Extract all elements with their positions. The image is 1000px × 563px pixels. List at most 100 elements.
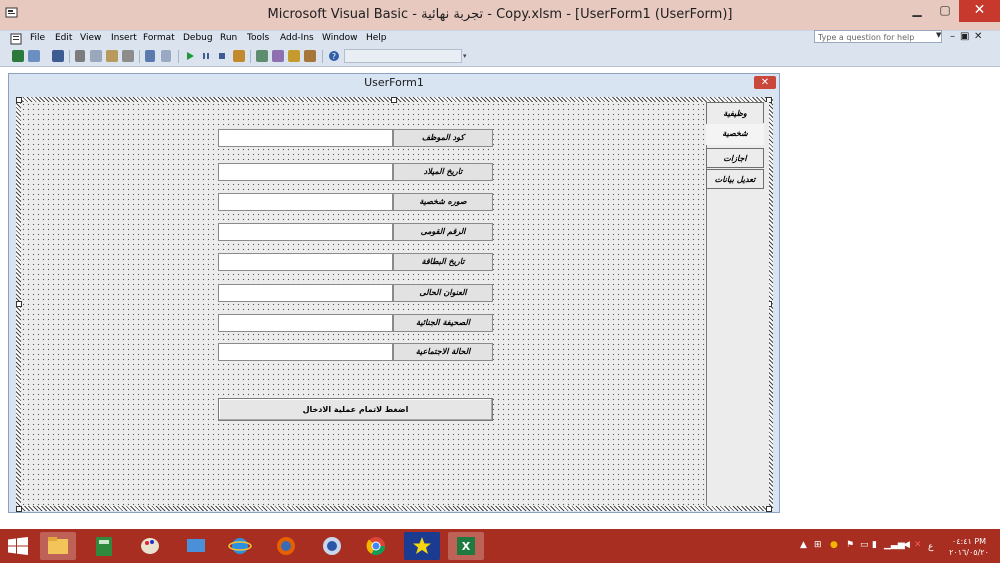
- birth-date-label: تاريخ الميلاد: [393, 163, 493, 181]
- menu-add-ins[interactable]: Add-Ins: [280, 33, 314, 43]
- help-icon[interactable]: ?: [328, 50, 340, 62]
- chrome-icon[interactable]: [358, 532, 394, 560]
- media-player-icon[interactable]: [404, 532, 440, 560]
- clock-time: ٠٤:٤١ PM: [951, 537, 987, 546]
- remote-desktop-icon[interactable]: [178, 532, 214, 560]
- vba-doc-icon[interactable]: [10, 33, 22, 45]
- calculator-icon[interactable]: [86, 532, 122, 560]
- photo-textbox[interactable]: [218, 193, 393, 211]
- object-browser-icon[interactable]: [288, 50, 300, 62]
- paint-icon[interactable]: [132, 532, 168, 560]
- criminal-record-textbox[interactable]: [218, 314, 393, 332]
- toolbar-separator: [139, 50, 140, 63]
- criminal-record-label: الصحيفة الجنائية: [393, 314, 493, 332]
- properties-window-icon[interactable]: [272, 50, 284, 62]
- menu-insert[interactable]: Insert: [111, 33, 137, 43]
- copy-icon[interactable]: [90, 50, 102, 62]
- file-explorer-icon[interactable]: [40, 532, 76, 560]
- volume-icon[interactable]: ◀: [903, 540, 910, 550]
- reset-icon[interactable]: [216, 50, 228, 62]
- tab-leaves[interactable]: اجازات: [706, 148, 764, 168]
- current-address-label: العنوان الحالى: [393, 284, 493, 302]
- mdi-minimize-button[interactable]: –: [950, 31, 955, 42]
- designer-close-button[interactable]: ✕: [754, 76, 776, 89]
- resize-handle[interactable]: [16, 301, 22, 307]
- tab-personal[interactable]: شخصية: [706, 124, 764, 145]
- menu-format[interactable]: Format: [143, 33, 175, 43]
- undo-icon[interactable]: [145, 50, 155, 62]
- find-icon[interactable]: [122, 50, 134, 62]
- excel-icon[interactable]: X: [448, 532, 484, 560]
- national-id-textbox[interactable]: [218, 223, 393, 241]
- clock-date: ٢٠١٦/٠٥/٢٠: [949, 548, 989, 557]
- save-icon[interactable]: [52, 50, 64, 62]
- redo-icon[interactable]: [161, 50, 171, 62]
- display-icon[interactable]: ▭: [860, 540, 869, 550]
- current-address-textbox[interactable]: [218, 284, 393, 302]
- network-signal-icon[interactable]: ▁▃▅: [884, 540, 905, 550]
- svg-text:?: ?: [332, 52, 336, 61]
- action-center-flag-icon[interactable]: ⚑: [846, 540, 854, 550]
- firefox-icon[interactable]: [268, 532, 304, 560]
- maximize-button[interactable]: ▢: [932, 0, 958, 22]
- photo-label: صوره شخصية: [393, 193, 493, 211]
- view-excel-icon[interactable]: [12, 50, 24, 62]
- marital-status-label: الحالة الاجتماعية: [393, 343, 493, 361]
- national-id-label: الرقم القومى: [393, 223, 493, 241]
- marital-status-textbox[interactable]: [218, 343, 393, 361]
- employee-code-textbox[interactable]: [218, 129, 393, 147]
- svg-text:X: X: [462, 540, 471, 553]
- battery-icon[interactable]: ▮: [872, 540, 877, 550]
- break-icon[interactable]: [200, 50, 212, 62]
- card-date-textbox[interactable]: [218, 253, 393, 271]
- minimize-button[interactable]: ▁: [903, 0, 931, 22]
- toolbar-separator: [322, 50, 323, 63]
- run-icon[interactable]: [184, 50, 196, 62]
- close-button[interactable]: ✕: [959, 0, 1000, 22]
- resize-handle[interactable]: [16, 97, 22, 103]
- title-bar: Microsoft Visual Basic - تجربة نهائية - …: [0, 0, 1000, 30]
- toolbar-options-icon[interactable]: ▾: [463, 52, 467, 60]
- toolbar-separator: [250, 50, 251, 63]
- tab-job[interactable]: وظيفية: [706, 102, 764, 123]
- toolbar-separator: [178, 50, 179, 63]
- windows-icon[interactable]: ⊞: [814, 540, 822, 550]
- volume-muted-icon: ✕: [914, 540, 922, 550]
- menu-debug[interactable]: Debug: [183, 33, 213, 43]
- resize-handle[interactable]: [766, 506, 772, 512]
- clock[interactable]: ٠٤:٤١ PM ٢٠١٦/٠٥/٢٠: [944, 536, 994, 558]
- menu-window[interactable]: Window: [322, 33, 358, 43]
- design-mode-icon[interactable]: [233, 50, 245, 62]
- designer-title: UserForm1: [364, 76, 424, 89]
- insert-userform-icon[interactable]: [28, 50, 40, 62]
- help-search-input[interactable]: Type a question for help: [814, 30, 942, 43]
- project-explorer-icon[interactable]: [256, 50, 268, 62]
- menu-file[interactable]: File: [30, 33, 45, 43]
- submit-entry-button[interactable]: اضغط لاتمام عملية الادخال: [218, 398, 493, 421]
- birth-date-textbox[interactable]: [218, 163, 393, 181]
- browser-globe-icon[interactable]: [314, 532, 350, 560]
- employee-code-label: كود الموظف: [393, 129, 493, 147]
- menu-view[interactable]: View: [80, 33, 101, 43]
- menu-edit[interactable]: Edit: [55, 33, 72, 43]
- window-title: Microsoft Visual Basic - تجربة نهائية - …: [267, 7, 733, 22]
- paste-icon[interactable]: [106, 50, 118, 62]
- language-indicator[interactable]: ع: [928, 542, 933, 552]
- show-hidden-icons-icon[interactable]: ▲: [800, 540, 807, 550]
- cut-icon[interactable]: [75, 50, 85, 62]
- norton-icon[interactable]: ●: [830, 540, 838, 550]
- internet-explorer-icon[interactable]: [222, 532, 258, 560]
- menu-help[interactable]: Help: [366, 33, 387, 43]
- help-dropdown-icon[interactable]: ▼: [936, 31, 944, 39]
- resize-handle[interactable]: [391, 97, 397, 103]
- card-date-label: تاريخ البطاقة: [393, 253, 493, 271]
- menu-tools[interactable]: Tools: [247, 33, 269, 43]
- toolbox-icon[interactable]: [304, 50, 316, 62]
- mdi-restore-button[interactable]: ▣: [960, 31, 969, 42]
- toolbar-separator: [69, 50, 70, 63]
- tab-edit-data[interactable]: تعديل بيانات: [706, 169, 764, 189]
- resize-handle[interactable]: [16, 506, 22, 512]
- mdi-close-button[interactable]: ✕: [974, 31, 982, 42]
- windows-start-icon[interactable]: [8, 537, 28, 555]
- menu-run[interactable]: Run: [220, 33, 237, 43]
